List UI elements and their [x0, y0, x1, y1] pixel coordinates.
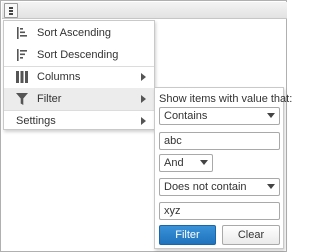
select-value: Contains	[164, 110, 208, 122]
column-header	[2, 2, 287, 19]
clear-button[interactable]: Clear	[222, 225, 280, 245]
chevron-down-icon	[267, 113, 275, 118]
column-menu-button[interactable]	[4, 3, 18, 18]
columns-icon	[16, 71, 28, 83]
filter-panel-title: Show items with value that:	[159, 93, 293, 105]
menu-item-filter[interactable]: Filter	[4, 88, 154, 110]
input-value: xyz	[164, 205, 181, 217]
operator-select-1[interactable]: Contains	[159, 107, 280, 125]
sort-ascending-icon	[17, 27, 27, 39]
select-value: Does not contain	[164, 181, 247, 193]
menu-item-sort-ascending[interactable]: Sort Ascending	[4, 22, 154, 44]
chevron-right-icon	[141, 95, 146, 103]
select-value: And	[164, 157, 184, 169]
menu-label: Sort Descending	[37, 49, 119, 61]
menu-item-columns[interactable]: Columns	[4, 66, 154, 88]
input-value: abc	[164, 135, 182, 147]
menu-dot	[9, 10, 13, 12]
menu-label: Columns	[37, 71, 81, 83]
menu-label: Filter	[37, 93, 62, 105]
logic-select[interactable]: And	[159, 154, 213, 172]
column-menu: Sort Ascending Sort Descending Columns F…	[3, 20, 155, 130]
menu-label: Settings	[16, 115, 56, 127]
chevron-right-icon	[141, 117, 146, 125]
filter-value-input-2[interactable]: xyz	[159, 202, 280, 220]
sort-descending-icon	[17, 49, 27, 61]
chevron-right-icon	[141, 73, 146, 81]
menu-label: Sort Ascending	[37, 27, 111, 39]
menu-dot	[9, 7, 13, 9]
menu-item-settings[interactable]: Settings	[4, 110, 154, 132]
filter-icon	[16, 93, 28, 105]
menu-item-sort-descending[interactable]: Sort Descending	[4, 44, 154, 66]
chevron-down-icon	[267, 184, 275, 189]
operator-select-2[interactable]: Does not contain	[159, 178, 280, 196]
menu-dot	[9, 13, 13, 15]
chevron-down-icon	[200, 160, 208, 165]
filter-value-input-1[interactable]: abc	[159, 132, 280, 150]
filter-button[interactable]: Filter	[159, 225, 216, 245]
filter-panel: Show items with value that: Contains abc…	[154, 87, 292, 249]
